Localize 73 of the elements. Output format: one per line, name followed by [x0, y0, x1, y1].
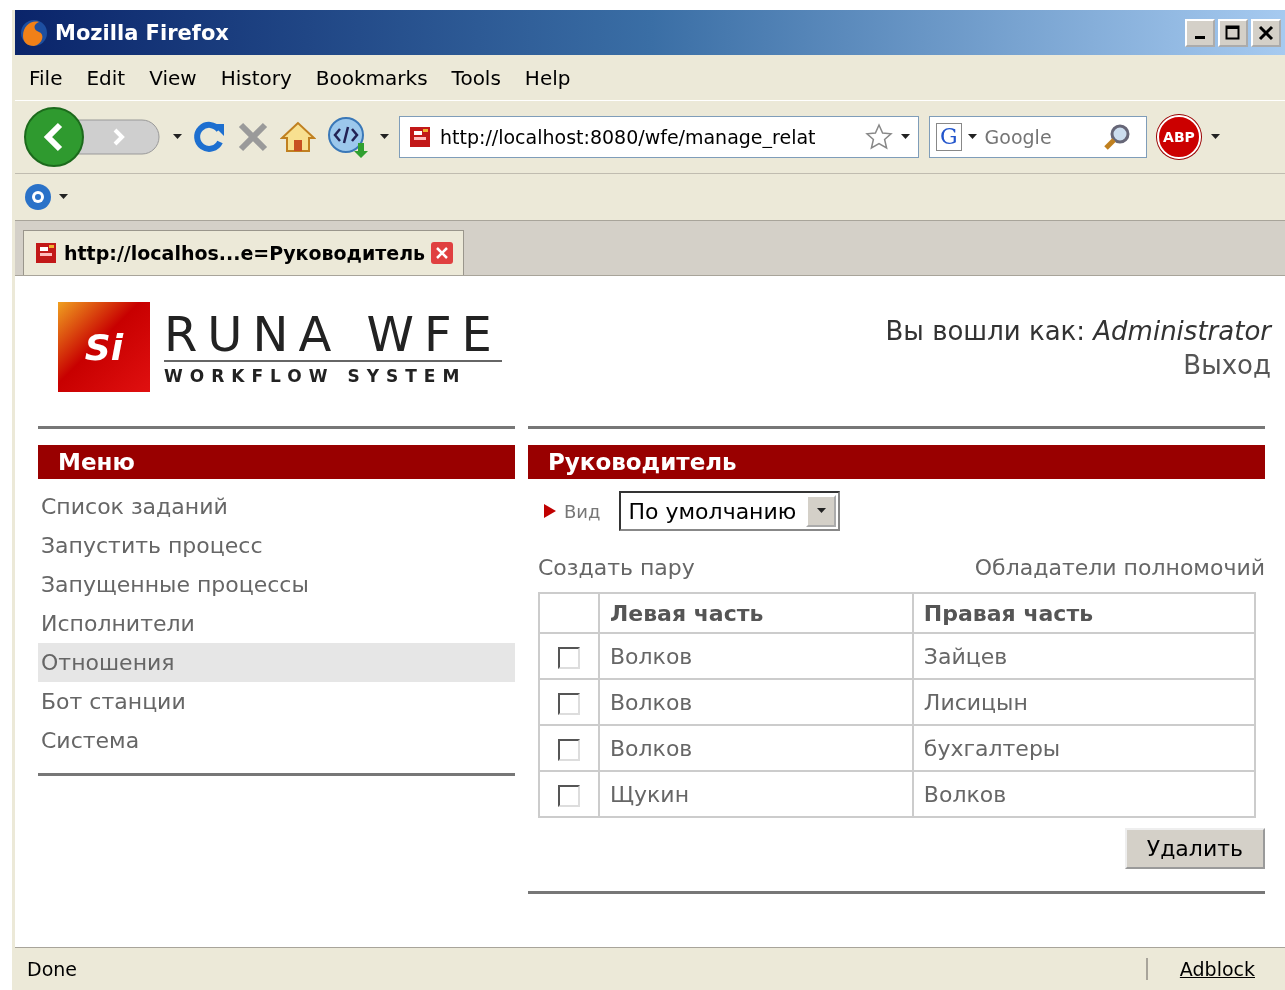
minimize-icon: [1195, 36, 1205, 39]
sidebar-item[interactable]: Исполнители: [38, 604, 515, 643]
address-bar[interactable]: http://localhost:8080/wfe/manage_relat: [399, 116, 919, 158]
back-button-icon[interactable]: [23, 106, 163, 168]
owners-link[interactable]: Обладатели полномочий: [974, 555, 1265, 580]
row-checkbox[interactable]: [558, 738, 580, 761]
sidebar-item[interactable]: Запустить процесс: [38, 526, 515, 565]
firefox-logo-icon: [19, 17, 49, 48]
table-cell: Зайцев: [912, 633, 1255, 679]
table-cell: Волков: [599, 679, 913, 725]
logout-link[interactable]: Выход: [1183, 350, 1271, 380]
status-text: Done: [26, 958, 78, 980]
adblock-button[interactable]: ABP: [1157, 115, 1201, 159]
row-checkbox[interactable]: [558, 692, 580, 715]
sidebar-item[interactable]: Отношения: [38, 643, 515, 682]
globe-download-icon[interactable]: [326, 115, 370, 159]
close-tab-icon[interactable]: [431, 242, 454, 264]
logo-mark: Si: [58, 302, 150, 392]
row-checkbox[interactable]: [558, 646, 580, 669]
menu-item[interactable]: View: [141, 63, 205, 92]
menu-item[interactable]: Bookmarks: [307, 63, 436, 92]
menu-item[interactable]: Edit: [78, 63, 134, 92]
menu-item[interactable]: History: [212, 63, 300, 92]
adblock-status-link[interactable]: Adblock: [1145, 958, 1285, 980]
column-header: Правая часть: [912, 593, 1255, 633]
sidebar-item[interactable]: Список заданий: [38, 487, 515, 526]
extension-icon[interactable]: [23, 182, 53, 212]
home-icon[interactable]: [280, 120, 316, 154]
delete-button[interactable]: Удалить: [1124, 828, 1265, 869]
site-favicon-icon: [408, 125, 432, 149]
menu-header: Меню: [38, 445, 515, 479]
address-caret-icon[interactable]: [901, 134, 910, 140]
history-caret-icon[interactable]: [173, 134, 182, 140]
window-title: Mozilla Firefox: [55, 20, 230, 45]
table-cell: Волков: [599, 633, 913, 679]
maximize-button[interactable]: [1218, 18, 1248, 47]
login-status: Вы вошли как: Administrator: [885, 316, 1271, 346]
close-button[interactable]: [1251, 18, 1281, 47]
browser-tab[interactable]: http://localhos...e=Руководитель: [23, 230, 465, 275]
maximize-icon: [1225, 24, 1241, 41]
triangle-icon: [544, 504, 556, 518]
star-icon[interactable]: [865, 123, 893, 151]
create-pair-link[interactable]: Создать пару: [538, 555, 695, 580]
search-engine-label[interactable]: G: [936, 123, 962, 151]
column-header: Левая часть: [599, 593, 913, 633]
toolbar-caret-icon[interactable]: [380, 134, 389, 140]
menu-item[interactable]: File: [21, 63, 71, 92]
view-label: Вид: [564, 500, 601, 522]
extension-caret-icon[interactable]: [59, 194, 68, 200]
adblock-caret-icon[interactable]: [1211, 134, 1220, 140]
table-cell: Волков: [912, 771, 1255, 817]
site-favicon-icon: [34, 241, 58, 265]
logo-title: RUNA WFE: [164, 308, 502, 362]
search-icon[interactable]: [1102, 123, 1131, 151]
sidebar-item[interactable]: Запущенные процессы: [38, 565, 515, 604]
select-caret-icon[interactable]: [816, 508, 826, 514]
close-icon: [1258, 24, 1274, 41]
menu-item[interactable]: Tools: [443, 63, 509, 92]
table-cell: Волков: [599, 725, 913, 771]
reload-icon[interactable]: [192, 120, 226, 154]
table-cell: бухгалтеры: [912, 725, 1255, 771]
sidebar-item[interactable]: Бот станции: [38, 682, 515, 721]
logo-subtitle: WORKFLOW SYSTEM: [164, 366, 468, 386]
menu-item[interactable]: Help: [516, 63, 579, 92]
engine-caret-icon[interactable]: [967, 134, 977, 140]
sidebar-item[interactable]: Система: [38, 721, 515, 760]
minimize-button[interactable]: [1185, 18, 1215, 47]
table-cell: Лисицын: [912, 679, 1255, 725]
panel-header: Руководитель: [528, 445, 1265, 479]
view-select[interactable]: По умолчанию: [618, 491, 841, 531]
table-cell: Щукин: [599, 771, 913, 817]
search-field[interactable]: G Google: [929, 116, 1147, 158]
row-checkbox[interactable]: [558, 784, 580, 807]
